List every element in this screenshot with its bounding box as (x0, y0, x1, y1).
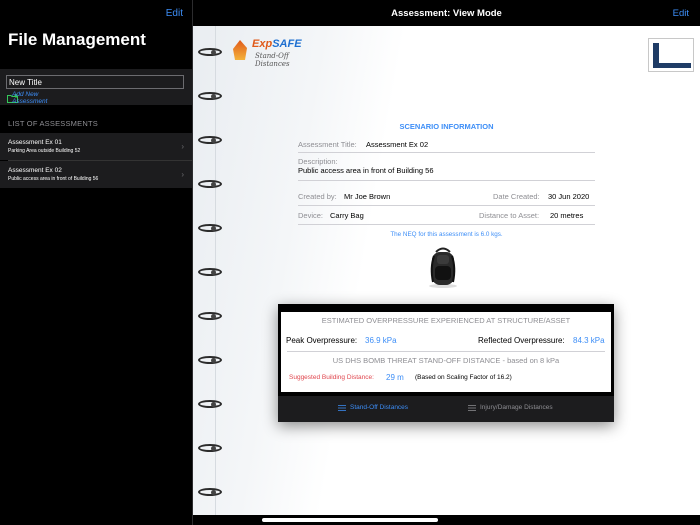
detail-nav-bar: Assessment: View Mode Edit (193, 0, 700, 26)
description-value: Public access area in front of Building … (298, 166, 434, 175)
list-item-subtitle: Public access area in front of Building … (8, 176, 99, 182)
list-item-title: Assessment Ex 02 (8, 167, 62, 174)
spiral-ring (198, 48, 222, 56)
list-item[interactable]: Assessment Ex 02 Public access area in f… (0, 161, 192, 188)
results-card: ESTIMATED OVERPRESSURE EXPERIENCED AT ST… (278, 304, 614, 422)
reflected-overpressure-value: 84.3 kPa (573, 336, 605, 345)
peak-overpressure-label: Peak Overpressure: (286, 336, 358, 345)
notebook-spiral (193, 26, 223, 515)
list-item[interactable]: Assessment Ex 01 Parking Area outside Bu… (0, 133, 192, 160)
spiral-ring (198, 400, 222, 408)
neq-note: The NEQ for this assessment is 6.0 kgs. (390, 231, 503, 238)
list-icon (338, 404, 346, 411)
backpack-icon (429, 247, 457, 288)
chevron-right-icon: › (181, 170, 184, 179)
spiral-hole (211, 182, 216, 187)
created-by-value: Mr Joe Brown (344, 192, 391, 201)
partner-logo-mark (653, 43, 659, 63)
row-separator (298, 224, 595, 225)
new-title-input[interactable] (6, 75, 184, 89)
spiral-ring (198, 268, 222, 276)
spiral-hole (211, 226, 216, 231)
right-edit-button[interactable]: Edit (673, 8, 689, 19)
device-value: Carry Bag (330, 211, 364, 220)
spiral-hole (211, 402, 216, 407)
spiral-ring (198, 444, 222, 452)
scaling-factor-note: (Based on Scaling Factor of 16.2) (415, 374, 512, 381)
reflected-overpressure-label: Reflected Overpressure: (478, 336, 565, 345)
title-label: Assessment Title: (298, 140, 357, 149)
suggested-distance-value: 29 m (386, 373, 404, 382)
tab-label: Stand-Off Distances (350, 404, 409, 411)
spiral-hole (211, 94, 216, 99)
logo-subtitle: Stand-Off Distances (255, 52, 290, 68)
peak-overpressure-value: 36.9 kPa (365, 336, 397, 345)
created-by-label: Created by: (298, 192, 337, 201)
add-new-assessment-button[interactable]: Add New Assessment (7, 91, 47, 105)
row-separator (298, 205, 595, 206)
results-panel: ESTIMATED OVERPRESSURE EXPERIENCED AT ST… (281, 312, 611, 392)
tab-injury-damage-distances[interactable]: Injury/Damage Distances (468, 404, 553, 411)
spiral-ring (198, 180, 222, 188)
spiral-ring (198, 136, 222, 144)
logo-brand-prefix: Exp (252, 38, 273, 50)
distance-value: 20 metres (550, 211, 584, 220)
device-label: Device: (298, 211, 324, 220)
chevron-right-icon: › (181, 142, 184, 151)
tab-stand-off-distances[interactable]: Stand-Off Distances (338, 404, 408, 411)
row-separator (298, 180, 595, 181)
expsafe-logo: ExpSAFE Stand-Off Distances (230, 38, 320, 68)
add-new-assessment-label: Add New Assessment (12, 91, 48, 105)
spiral-ring (198, 488, 222, 496)
new-assessment-panel: Add New Assessment (0, 69, 192, 105)
date-created-label: Date Created: (493, 192, 540, 201)
spiral-ring (198, 312, 222, 320)
date-created-value: 30 Jun 2020 (548, 192, 590, 201)
list-item-title: Assessment Ex 01 (8, 139, 62, 146)
spiral-hole (211, 50, 216, 55)
spiral-ring (198, 356, 222, 364)
left-edit-button[interactable]: Edit (166, 8, 183, 19)
row-separator (298, 152, 595, 153)
partner-logo (648, 38, 694, 72)
scenario-heading: SCENARIO INFORMATION (399, 122, 494, 131)
flame-icon (233, 40, 247, 60)
distance-label: Distance to Asset: (479, 211, 540, 220)
logo-brand: ExpSAFE (252, 38, 302, 50)
file-management-pane: Edit File Management Add New Assessment … (0, 0, 192, 525)
assessment-page: ExpSAFE Stand-Off Distances SCENARIO INF… (193, 26, 700, 515)
file-management-title: File Management (8, 30, 146, 49)
tab-label: Injury/Damage Distances (480, 404, 553, 411)
suggested-distance-label: Suggested Building Distance: (289, 374, 374, 381)
spiral-ring (198, 224, 222, 232)
spiral-hole (211, 270, 216, 275)
detail-title: Assessment: View Mode (391, 8, 502, 19)
list-icon (468, 404, 476, 411)
partner-logo-mark (653, 63, 691, 68)
spiral-hole (211, 490, 216, 495)
overpressure-heading: ESTIMATED OVERPRESSURE EXPERIENCED AT ST… (321, 316, 571, 325)
spiral-hole (211, 446, 216, 451)
list-item-subtitle: Parking Area outside Building 52 (8, 148, 81, 154)
spiral-hole (211, 138, 216, 143)
logo-brand-suffix: SAFE (272, 38, 302, 50)
description-label: Description: (298, 157, 338, 166)
list-header: LIST OF ASSESSMENTS (8, 119, 98, 128)
results-tab-bar: Stand-Off Distances Injury/Damage Distan… (278, 396, 614, 422)
spiral-hole (211, 358, 216, 363)
results-separator (287, 351, 605, 352)
spiral-hole (211, 314, 216, 319)
spiral-ring (198, 92, 222, 100)
home-indicator[interactable] (262, 518, 438, 522)
dhs-heading: US DHS BOMB THREAT STAND-OFF DISTANCE - … (332, 356, 560, 365)
title-value: Assessment Ex 02 (366, 140, 429, 149)
